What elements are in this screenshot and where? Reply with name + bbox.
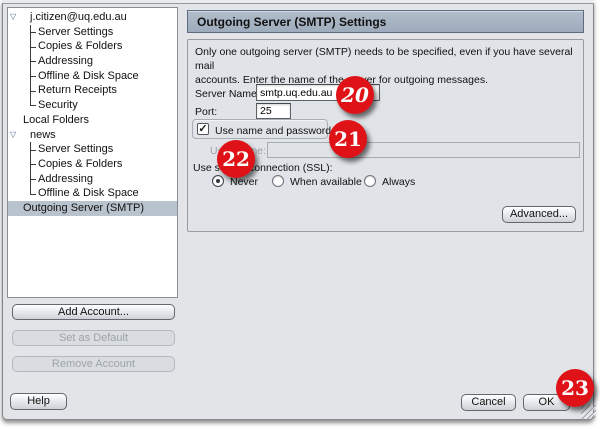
description-text: Only one outgoing server (SMTP) needs to…	[195, 45, 580, 87]
expander-triangle-icon[interactable]: ▽	[10, 128, 16, 143]
sidebar-item-addressing[interactable]: Addressing	[8, 54, 177, 69]
sidebar-item-news-offline-disk-space[interactable]: Offline & Disk Space	[8, 186, 177, 201]
tree-label: Offline & Disk Space	[38, 187, 139, 199]
page-title: Outgoing Server (SMTP) Settings	[187, 10, 584, 33]
sidebar-item-server-settings[interactable]: Server Settings	[8, 25, 177, 40]
tree-label: Addressing	[38, 173, 93, 185]
port-label: Port:	[195, 106, 217, 119]
accounts-tree: ▽ j.citizen@uq.edu.au Server Settings Co…	[7, 7, 178, 298]
callout-badge-21: 21	[329, 120, 367, 158]
add-account-button[interactable]: Add Account...	[12, 304, 175, 320]
ssl-never-radio[interactable]	[212, 175, 224, 187]
tree-label: Outgoing Server (SMTP)	[23, 202, 144, 214]
use-name-password-checkbox[interactable]: ✓	[197, 123, 209, 135]
help-button[interactable]: Help	[10, 393, 67, 410]
ssl-always-radio[interactable]	[364, 175, 376, 187]
tree-label: Server Settings	[38, 26, 113, 38]
tree-label: Local Folders	[23, 114, 89, 126]
sidebar-item-outgoing-server-smtp[interactable]: Outgoing Server (SMTP)	[8, 201, 177, 216]
tree-label: Offline & Disk Space	[38, 70, 139, 82]
cancel-button[interactable]: Cancel	[461, 394, 516, 411]
ssl-label: Use secure connection (SSL):	[193, 162, 332, 175]
sidebar-item-copies-folders[interactable]: Copies & Folders	[8, 39, 177, 54]
ssl-when-available-label[interactable]: When available	[290, 176, 362, 189]
callout-badge-20: 20	[336, 76, 374, 114]
sidebar-item-news-copies-folders[interactable]: Copies & Folders	[8, 157, 177, 172]
expander-triangle-icon[interactable]: ▽	[10, 10, 16, 25]
tree-label: Addressing	[38, 55, 93, 67]
sidebar-item-local-folders[interactable]: Local Folders	[8, 113, 177, 128]
server-name-label: Server Name:	[195, 88, 260, 101]
port-input[interactable]	[256, 103, 291, 119]
sidebar-item-return-receipts[interactable]: Return Receipts	[8, 83, 177, 98]
remove-account-button: Remove Account	[12, 356, 175, 372]
callout-badge-22: 22	[217, 140, 255, 178]
tree-connector	[30, 186, 31, 193]
sidebar-item-security[interactable]: Security	[8, 98, 177, 113]
tree-label: Return Receipts	[38, 84, 117, 96]
sidebar-item-offline-disk-space[interactable]: Offline & Disk Space	[8, 69, 177, 84]
advanced-button[interactable]: Advanced...	[502, 206, 576, 223]
tree-label: Server Settings	[38, 143, 113, 155]
callout-badge-23: 23	[556, 369, 594, 407]
set-as-default-button: Set as Default	[12, 330, 175, 346]
tree-label: j.citizen@uq.edu.au	[30, 11, 127, 23]
sidebar-item-news-addressing[interactable]: Addressing	[8, 172, 177, 187]
tree-label: Copies & Folders	[38, 40, 122, 52]
sidebar-item-account-news[interactable]: ▽ news	[8, 128, 177, 143]
tree-label: news	[30, 129, 56, 141]
user-name-input	[267, 142, 580, 158]
ssl-always-label[interactable]: Always	[382, 176, 415, 189]
tree-label: Copies & Folders	[38, 158, 122, 170]
tree-connector	[30, 98, 31, 105]
sidebar-item-news-server-settings[interactable]: Server Settings	[8, 142, 177, 157]
resize-grip[interactable]	[581, 405, 596, 419]
ssl-when-available-radio[interactable]	[272, 175, 284, 187]
window-titlebar-edge	[2, 0, 594, 4]
sidebar-item-account-jcitizen[interactable]: ▽ j.citizen@uq.edu.au	[8, 10, 177, 25]
tree-label: Security	[38, 99, 78, 111]
use-name-password-label: Use name and password	[215, 125, 331, 138]
